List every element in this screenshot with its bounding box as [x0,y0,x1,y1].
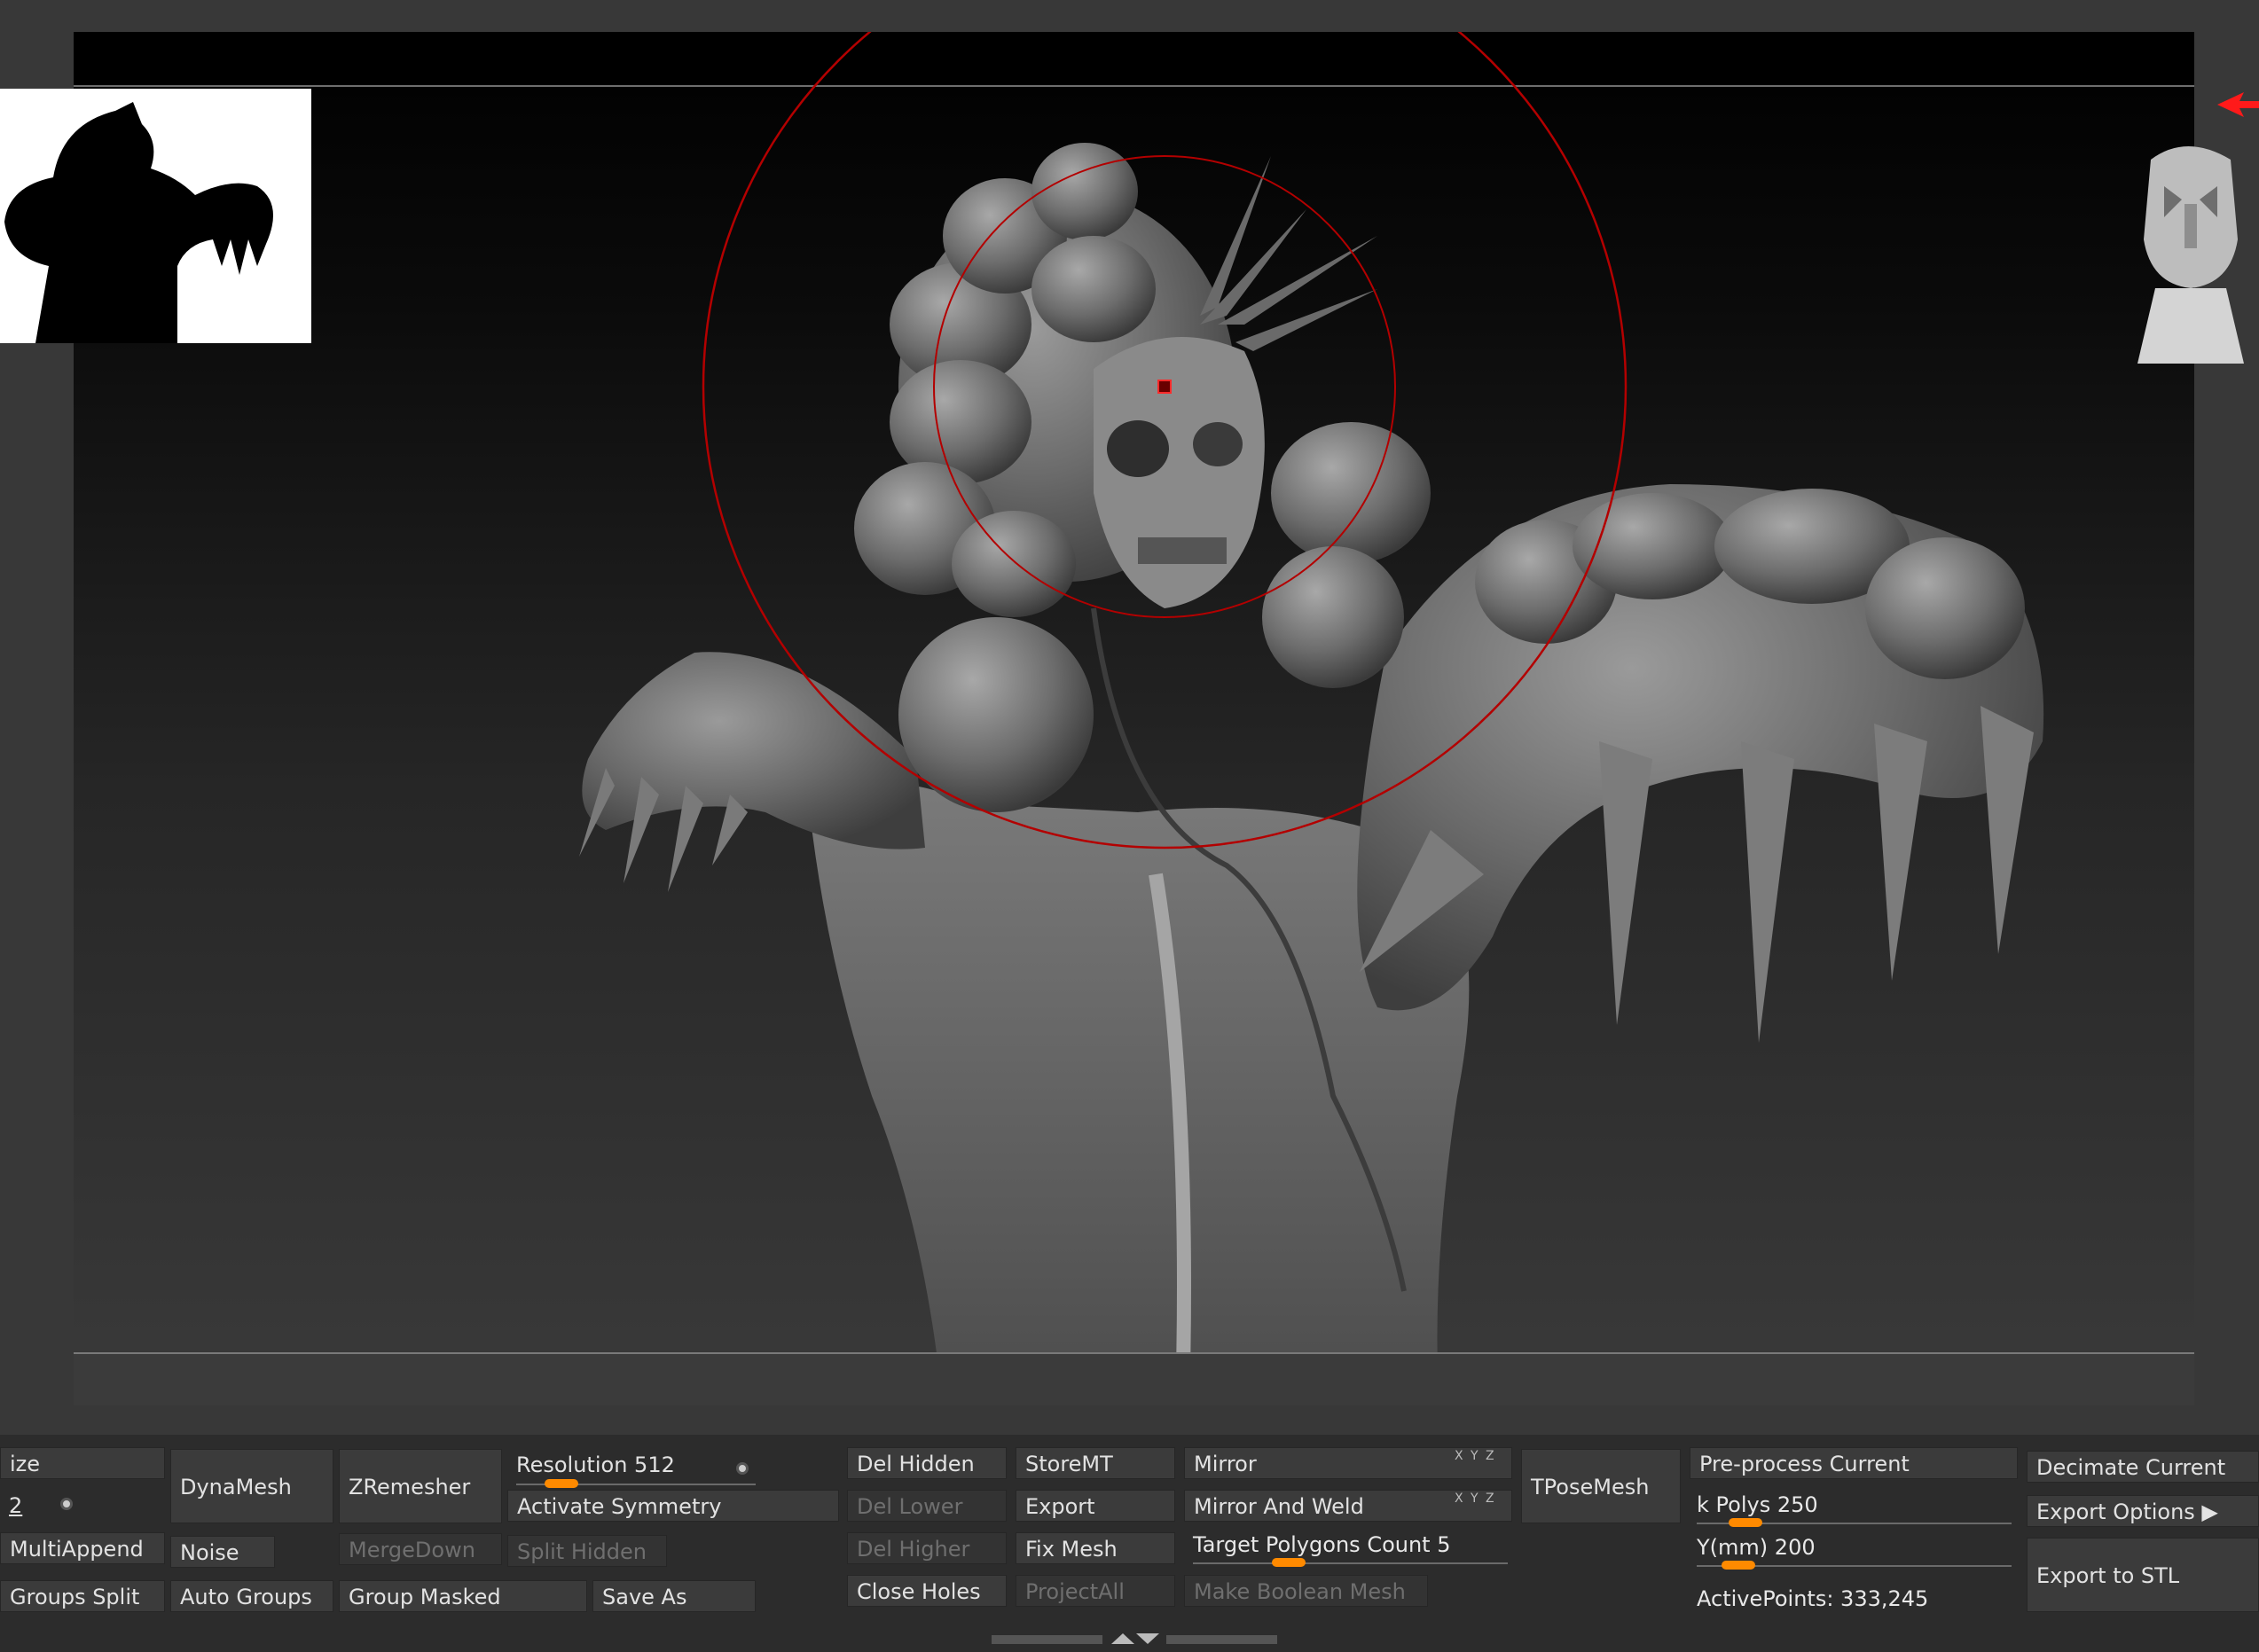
save-as-button[interactable]: Save As [592,1580,756,1612]
del-higher-button[interactable]: Del Higher [847,1532,1007,1564]
k-polys-slider[interactable]: k Polys 250 [1697,1492,1818,1517]
resolution-slider[interactable]: Resolution 512 [507,1449,760,1481]
mirror-xyz-axis[interactable]: X Y Z [1455,1449,1496,1463]
silhouette-thumbnail [0,89,311,343]
3d-viewport-canvas[interactable] [74,32,2194,1405]
y-mm-slider[interactable]: Y(mm) 200 [1697,1535,1816,1560]
dynamesh-button[interactable]: DynaMesh [170,1449,333,1523]
export-options-button[interactable]: Export Options ▶ [2027,1495,2259,1527]
size-label: ize [0,1447,165,1479]
activate-symmetry-button[interactable]: Activate Symmetry [507,1490,839,1522]
k-polys-thumb[interactable] [1728,1518,1762,1527]
make-boolean-mesh-button[interactable]: Make Boolean Mesh [1184,1575,1428,1607]
creature-silhouette-icon [4,102,273,343]
del-hidden-button[interactable]: Del Hidden [847,1447,1007,1479]
auto-groups-button[interactable]: Auto Groups [170,1580,333,1612]
resolution-slider-thumb[interactable] [545,1479,579,1488]
sculpted-creature-model[interactable] [74,32,2194,1405]
resolution-dot-icon[interactable] [736,1462,749,1475]
groups-split-button[interactable]: Groups Split [0,1580,165,1612]
split-hidden-button[interactable]: Split Hidden [507,1535,667,1567]
orientation-head-icon[interactable] [2133,133,2248,364]
mirror-weld-xyz-axis[interactable]: X Y Z [1455,1491,1496,1506]
multiappend-button[interactable]: MultiAppend [0,1532,165,1564]
y-mm-thumb[interactable] [1722,1561,1756,1570]
decimate-current-button[interactable]: Decimate Current [2027,1451,2259,1483]
export-to-stl-button[interactable]: Export to STL [2027,1538,2259,1612]
active-points-readout: ActivePoints: 333,245 [1697,1586,1929,1611]
del-lower-button[interactable]: Del Lower [847,1490,1007,1522]
export-button[interactable]: Export [1016,1490,1175,1522]
close-holes-button[interactable]: Close Holes [847,1575,1007,1607]
viewport-bottom-bar [74,1352,2194,1405]
mergedown-button[interactable]: MergeDown [339,1533,502,1565]
brush-center-point [1157,380,1172,394]
panel-collapse-grip-icon[interactable] [992,1632,1277,1646]
projectall-button[interactable]: ProjectAll [1016,1575,1175,1607]
group-masked-button[interactable]: Group Masked [339,1580,587,1612]
slider-dot-icon[interactable] [60,1498,73,1510]
zremesher-button[interactable]: ZRemesher [339,1449,502,1523]
target-polygons-track[interactable] [1193,1562,1508,1564]
tposemesh-button[interactable]: TPoseMesh [1521,1449,1681,1523]
fix-mesh-button[interactable]: Fix Mesh [1016,1532,1175,1564]
red-arrow-icon [2217,92,2259,117]
storemt-button[interactable]: StoreMT [1016,1447,1175,1479]
pre-process-current-button[interactable]: Pre-process Current [1690,1447,2018,1479]
noise-button[interactable]: Noise [170,1536,275,1568]
target-polygons-thumb[interactable] [1271,1558,1306,1567]
target-polygons-slider[interactable]: Target Polygons Count 5 [1193,1532,1451,1557]
